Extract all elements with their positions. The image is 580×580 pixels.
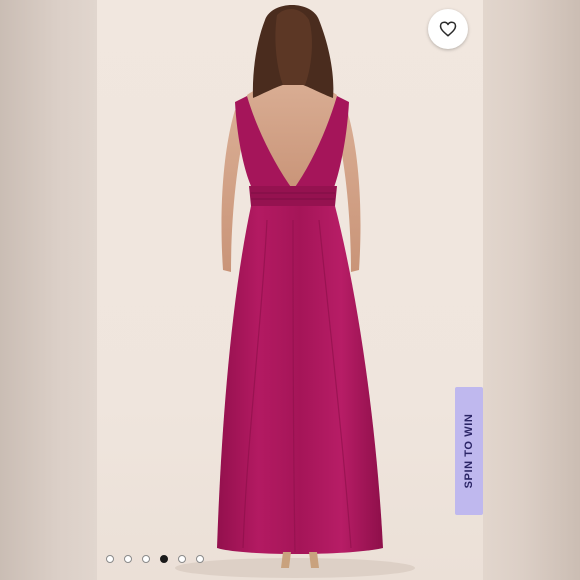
carousel-dot[interactable] [178, 555, 186, 563]
carousel-dot-active[interactable] [160, 555, 168, 563]
blurred-left-background [0, 0, 97, 580]
carousel-dot[interactable] [124, 555, 132, 563]
carousel-indicator [106, 555, 204, 565]
like-button[interactable] [428, 9, 468, 49]
product-photo[interactable] [97, 0, 483, 580]
carousel-dot[interactable] [142, 555, 150, 563]
carousel-dot[interactable] [196, 555, 204, 563]
spin-to-win-tab[interactable]: SPIN TO WIN [455, 387, 483, 515]
dress-model-image [175, 5, 415, 578]
blurred-right-background [483, 0, 580, 580]
heart-icon [439, 21, 457, 37]
spin-to-win-label: SPIN TO WIN [463, 413, 475, 489]
listing-photo-viewer: SPIN TO WIN [0, 0, 580, 580]
carousel-dot[interactable] [106, 555, 114, 563]
